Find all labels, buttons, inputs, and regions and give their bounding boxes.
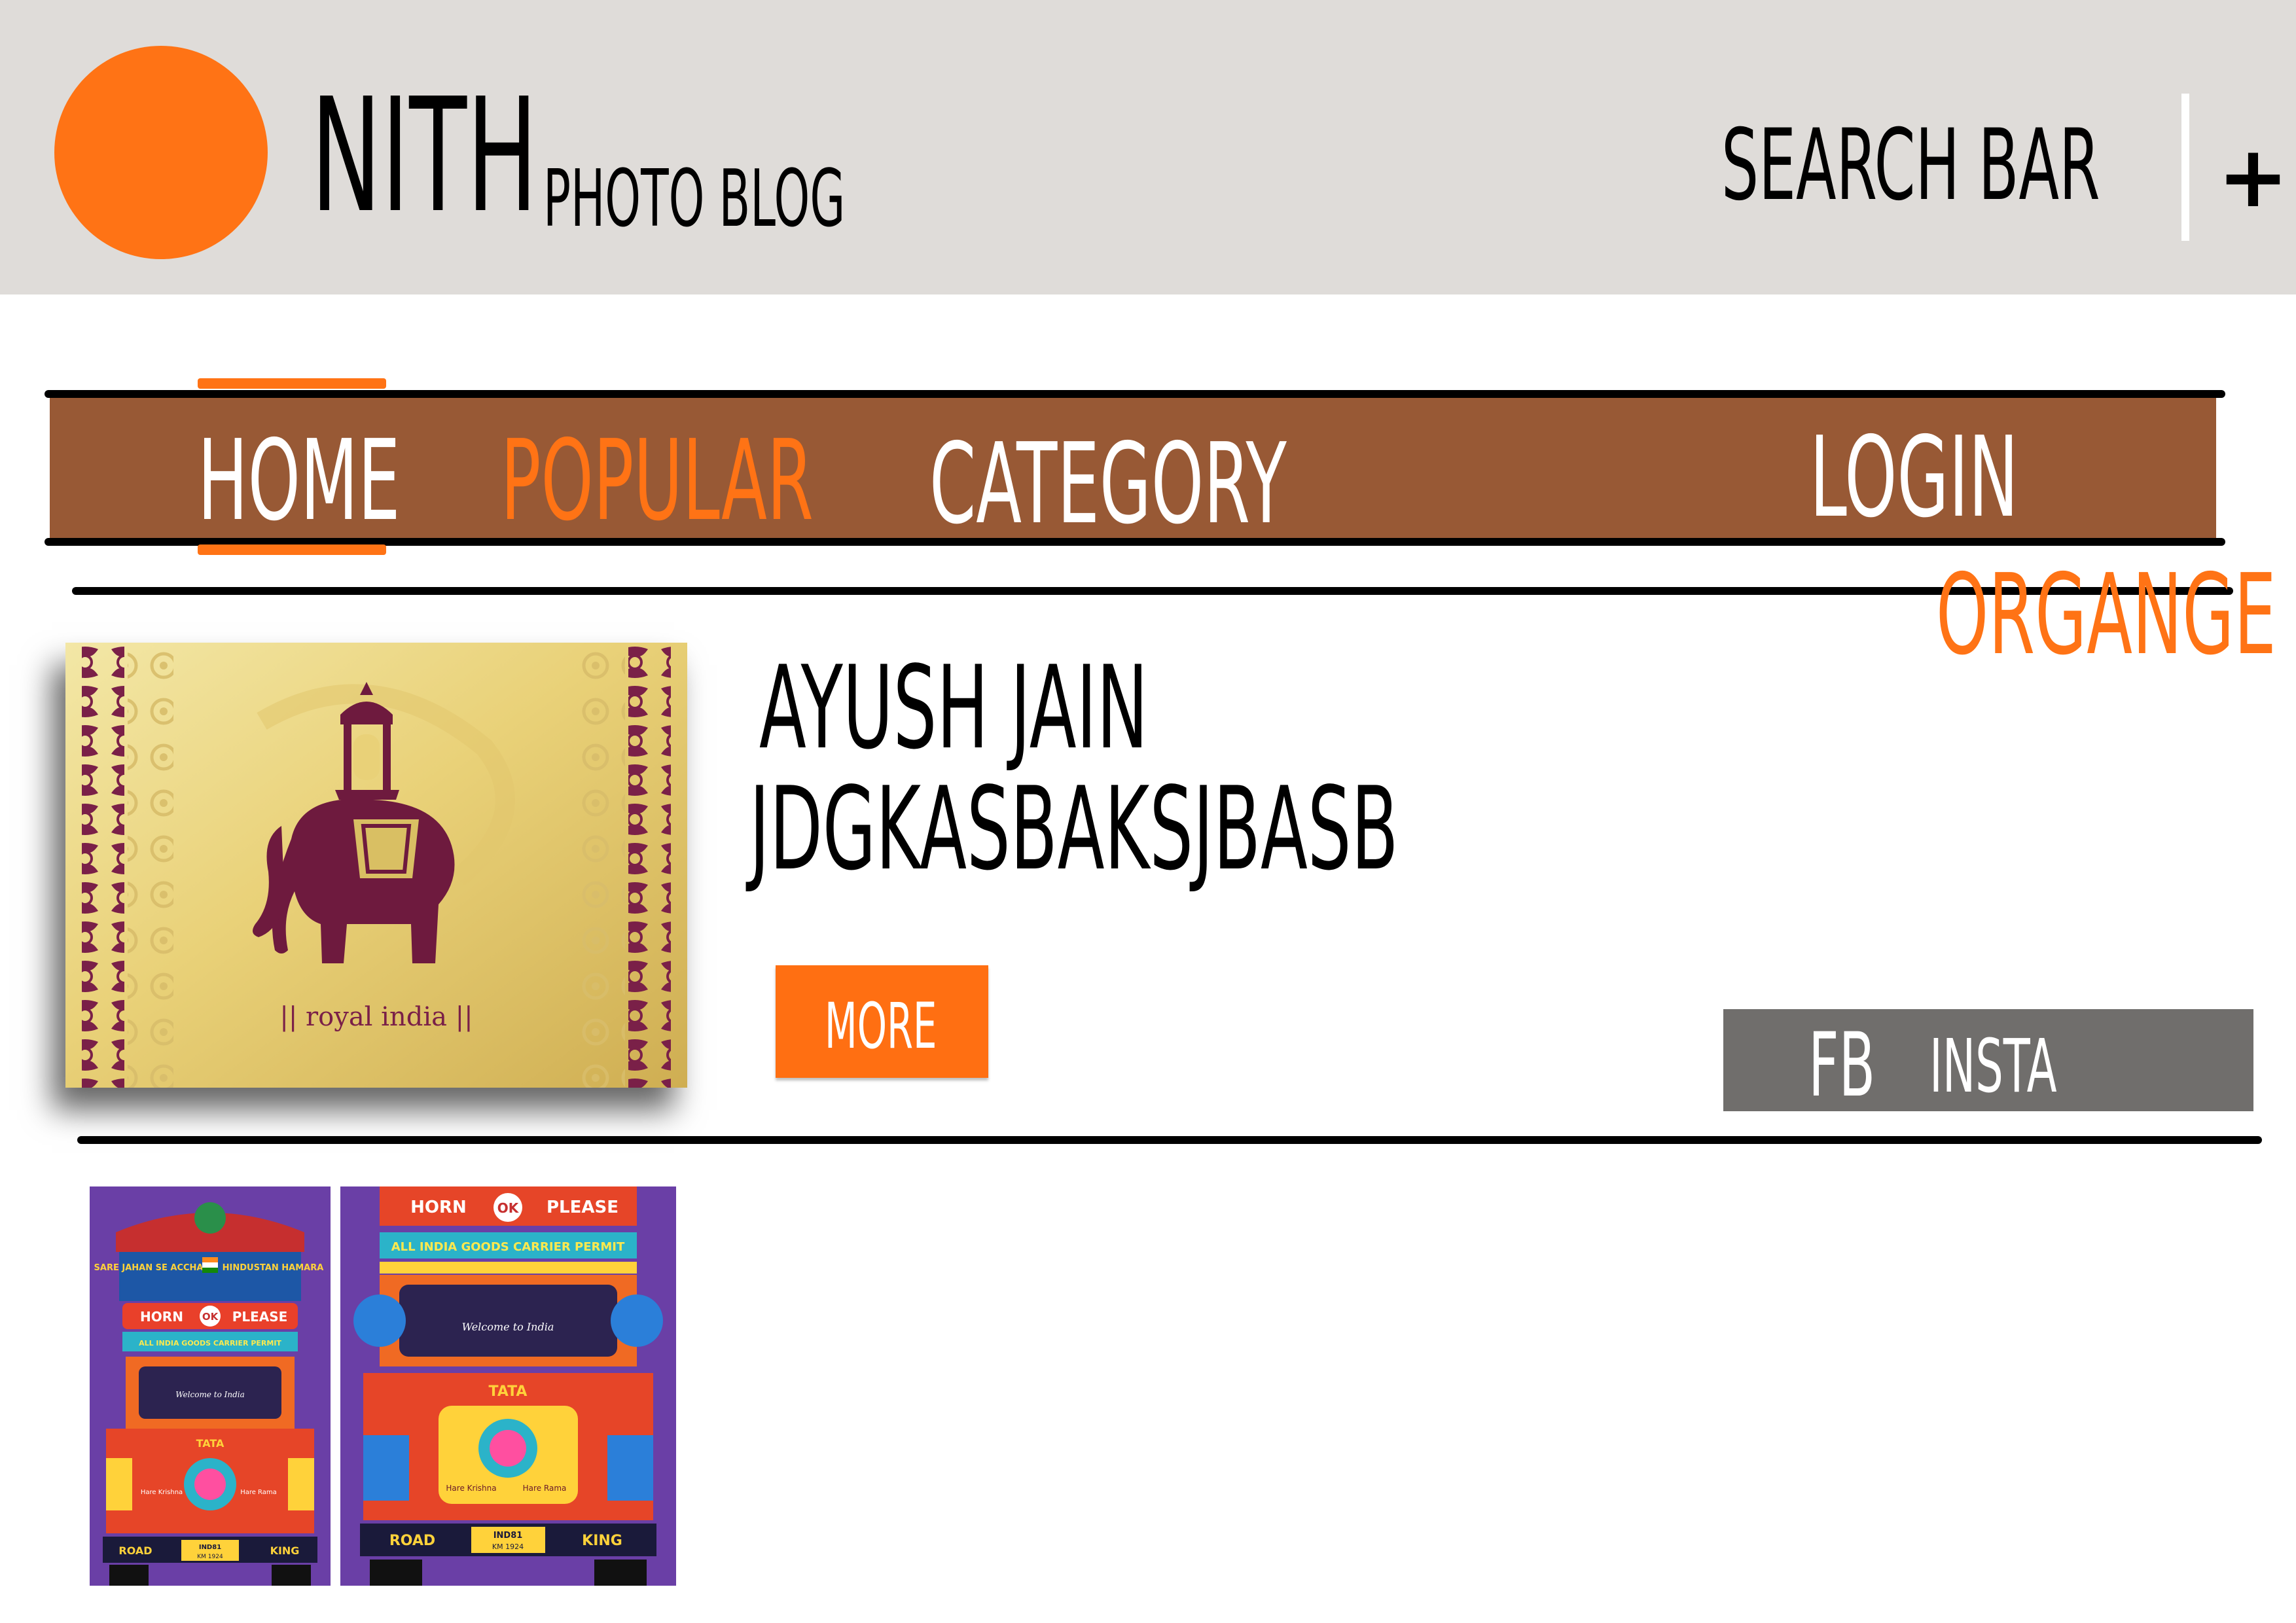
truck-art-image: HORN OK PLEASE ALL INDIA GOODS CARRIER P… xyxy=(340,1186,676,1586)
logo-circle[interactable] xyxy=(54,46,268,259)
brand-name: NITH xyxy=(311,64,538,247)
nav-login[interactable]: LOGIN xyxy=(1810,422,2018,533)
svg-text:OK: OK xyxy=(202,1311,219,1323)
instagram-link[interactable]: INSTA xyxy=(1929,1030,2057,1103)
more-button-label: MORE xyxy=(825,990,937,1063)
nav-home[interactable]: HOME xyxy=(198,425,400,537)
svg-text:KM 1924: KM 1924 xyxy=(492,1543,524,1551)
gallery-image[interactable]: HORN OK PLEASE ALL INDIA GOODS CARRIER P… xyxy=(340,1186,676,1586)
svg-text:ROAD: ROAD xyxy=(118,1544,152,1557)
svg-text:KING: KING xyxy=(582,1533,622,1549)
svg-text:TATA: TATA xyxy=(489,1383,528,1400)
svg-text:Welcome to India: Welcome to India xyxy=(175,1390,245,1399)
add-icon[interactable]: + xyxy=(2217,134,2289,219)
svg-text:PLEASE: PLEASE xyxy=(547,1198,619,1217)
svg-text:ROAD: ROAD xyxy=(389,1533,435,1549)
svg-text:KING: KING xyxy=(270,1544,300,1557)
svg-text:Hare Rama: Hare Rama xyxy=(523,1484,567,1493)
royal-india-artwork: || royal india || xyxy=(65,643,687,1088)
svg-text:PLEASE: PLEASE xyxy=(232,1309,288,1325)
facebook-link[interactable]: FB xyxy=(1808,1021,1875,1109)
svg-text:IND81: IND81 xyxy=(199,1544,221,1551)
post-author: AYUSH JAIN xyxy=(759,642,1149,775)
header-bar: NITH PHOTO BLOG SEARCH BAR + xyxy=(0,0,2296,294)
svg-text:HINDUSTAN HAMARA: HINDUSTAN HAMARA xyxy=(223,1263,324,1273)
nav-top-border xyxy=(45,390,2225,398)
home-active-overline xyxy=(198,378,386,389)
nav-category[interactable]: CATEGORY xyxy=(929,429,1287,540)
search-bar[interactable]: SEARCH BAR xyxy=(1721,116,2100,215)
color-annotation: ORGANGE xyxy=(1936,550,2276,680)
svg-text:TATA: TATA xyxy=(196,1437,224,1450)
svg-text:IND81: IND81 xyxy=(493,1531,523,1541)
svg-text:Welcome to India: Welcome to India xyxy=(462,1321,554,1333)
svg-text:KM 1924: KM 1924 xyxy=(197,1554,223,1560)
svg-text:Hare Krishna: Hare Krishna xyxy=(446,1484,496,1493)
svg-text:Hare Krishna: Hare Krishna xyxy=(141,1489,183,1496)
svg-text:Hare Rama: Hare Rama xyxy=(240,1489,277,1496)
post-bottom-separator xyxy=(77,1136,2262,1144)
nav-popular[interactable]: POPULAR xyxy=(501,425,814,537)
header-divider xyxy=(2181,94,2189,241)
svg-text:ALL INDIA GOODS CARRIER PERMIT: ALL INDIA GOODS CARRIER PERMIT xyxy=(391,1240,625,1254)
brand-tagline: PHOTO BLOG xyxy=(543,154,846,245)
post-description: JDGKASBAKSJBASB xyxy=(749,763,1399,896)
truck-art-image: SARE JAHAN SE ACCHA HINDUSTAN HAMARA HOR… xyxy=(90,1186,331,1586)
social-links: FB INSTA xyxy=(1723,1009,2253,1111)
svg-text:HORN: HORN xyxy=(140,1309,183,1325)
gallery-image[interactable]: SARE JAHAN SE ACCHA HINDUSTAN HAMARA HOR… xyxy=(90,1186,331,1586)
svg-text:ALL INDIA GOODS CARRIER PERMIT: ALL INDIA GOODS CARRIER PERMIT xyxy=(139,1339,281,1347)
home-active-underline xyxy=(198,544,386,555)
svg-text:|| royal india ||: || royal india || xyxy=(279,1002,473,1032)
more-button[interactable]: MORE xyxy=(776,965,988,1078)
post-thumbnail[interactable]: || royal india || xyxy=(65,643,687,1088)
svg-text:SARE JAHAN SE ACCHA: SARE JAHAN SE ACCHA xyxy=(94,1263,204,1273)
svg-text:OK: OK xyxy=(497,1200,520,1216)
svg-text:HORN: HORN xyxy=(410,1198,467,1217)
post-top-separator xyxy=(72,587,2233,595)
